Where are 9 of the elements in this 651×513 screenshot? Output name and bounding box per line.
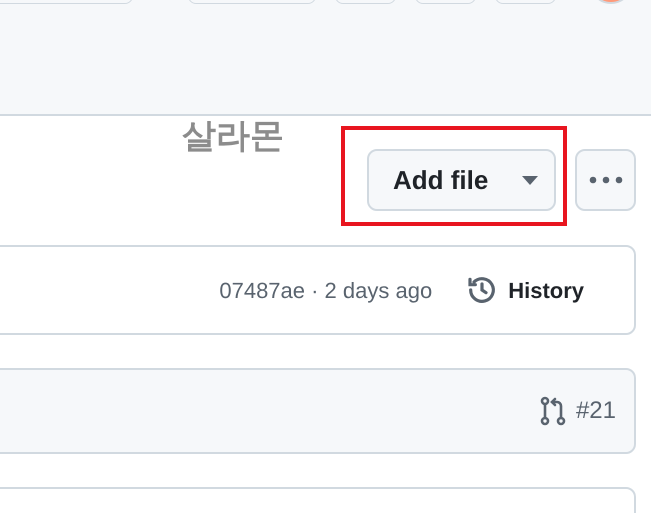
pull-request-number: #21 (576, 396, 616, 426)
more-options-button[interactable] (575, 149, 636, 211)
caret-icon (522, 176, 538, 184)
add-file-button[interactable]: Add file (367, 149, 556, 211)
commit-info: 07487ae · 2 days ago (219, 276, 432, 305)
ellipsis-icon (588, 176, 622, 184)
repository-title: 살라몬 (182, 116, 284, 157)
history-link[interactable]: History (466, 274, 584, 306)
pull-request-icon (540, 396, 566, 426)
